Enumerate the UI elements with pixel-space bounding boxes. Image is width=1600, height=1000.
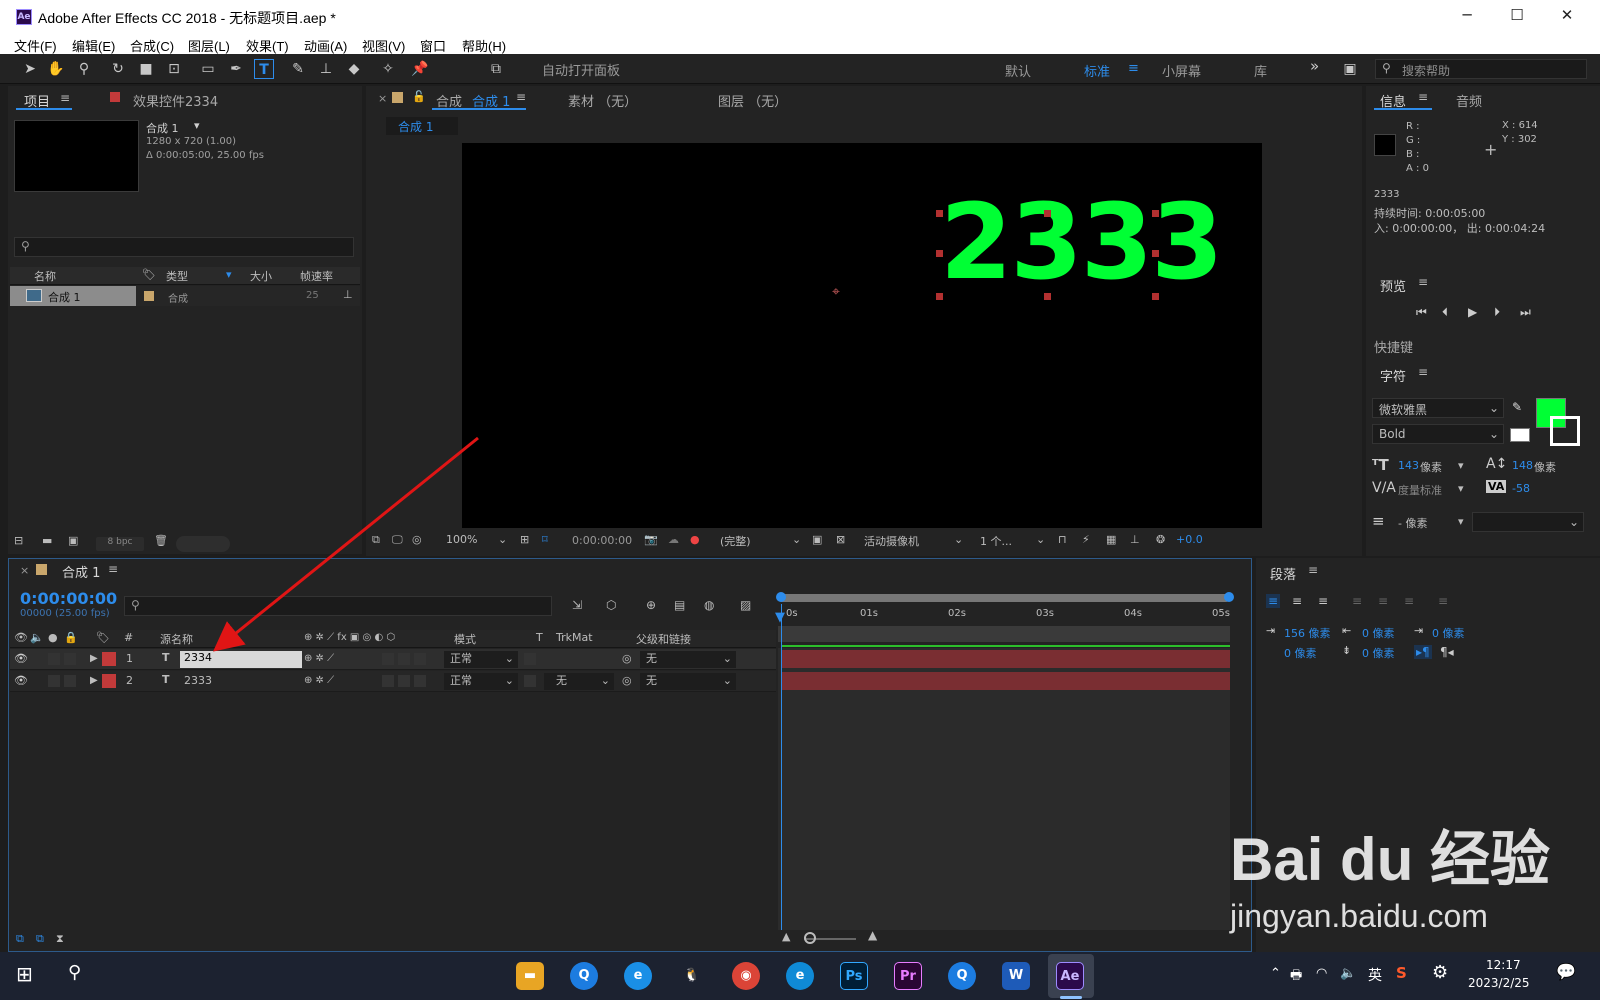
settings-icon[interactable]: ⚙ (1432, 962, 1448, 983)
volume-icon[interactable]: 🔈 (1340, 966, 1356, 981)
edge-new-icon[interactable]: e (786, 962, 814, 990)
sogou-icon[interactable]: S (1396, 964, 1407, 982)
word-icon[interactable]: W (1002, 962, 1030, 990)
tray-chevron-icon[interactable]: ⌃ (1270, 966, 1281, 981)
wifi-icon[interactable]: ◠ (1316, 966, 1327, 981)
watermark-url: jingyan.baidu.com (1230, 898, 1488, 934)
clock-time[interactable]: 12:17 (1486, 958, 1521, 972)
printer-icon[interactable]: 🖶 (1290, 966, 1302, 988)
clock-date[interactable]: 2023/2/25 (1468, 976, 1530, 990)
active-indicator (1060, 996, 1082, 999)
file-explorer-icon[interactable]: ▬ (516, 962, 544, 990)
after-effects-taskbar-icon[interactable]: Ae (1056, 962, 1084, 990)
windows-start-icon[interactable]: ⊞ (16, 962, 33, 986)
watermark-brand: Bai du 经验 (1230, 826, 1551, 893)
photoshop-icon[interactable]: Ps (840, 962, 868, 990)
notification-icon[interactable]: 💬 (1556, 962, 1576, 981)
ime-indicator[interactable]: 英 (1368, 965, 1382, 985)
baidu-watermark: Bai du 经验 jingyan.baidu.com (1230, 830, 1550, 935)
edge-icon[interactable]: e (624, 962, 652, 990)
search-icon[interactable]: ⚲ (68, 962, 81, 983)
browser-icon[interactable]: Q (570, 962, 598, 990)
chrome-icon[interactable]: ◉ (732, 962, 760, 990)
qq-icon[interactable]: 🐧 (678, 962, 706, 990)
browser-2-icon[interactable]: Q (948, 962, 976, 990)
premiere-icon[interactable]: Pr (894, 962, 922, 990)
